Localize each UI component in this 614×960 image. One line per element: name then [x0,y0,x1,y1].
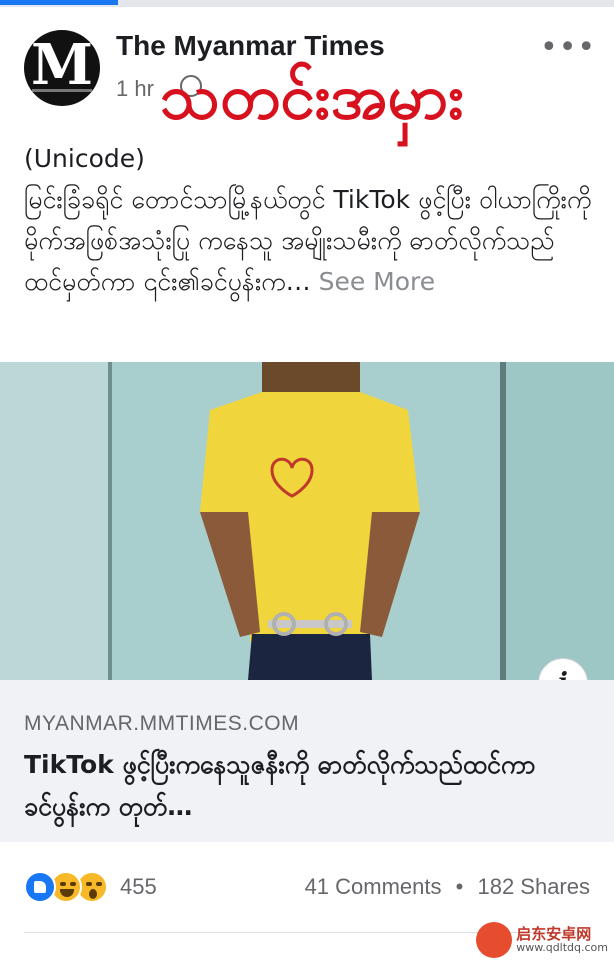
link-domain: MYANMAR.MMTIMES.COM [24,712,300,735]
link-title[interactable]: TikTok ဖွင့်ပြီးကနေသူဇနီးကို ဓာတ်လိုက်သည… [24,744,594,828]
separator-dot: • [455,874,464,899]
post-body: (Unicode) မြင်းခြံခရိုင် တောင်သာမြို့နယ်… [24,138,594,302]
top-progress-bar [0,0,614,7]
top-progress-fill [0,0,118,5]
shares-count-link[interactable]: 182 Shares [477,874,590,899]
see-more-link[interactable]: See More [319,267,436,296]
reactions-summary[interactable]: 455 [24,868,157,906]
post-timestamp[interactable]: 1 hr [116,76,154,102]
page-avatar[interactable]: M [24,30,100,106]
like-reaction-icon [24,871,56,903]
reactions-count: 455 [120,874,157,899]
watermark-url: www.qdltdq.com [516,941,608,955]
post-photo[interactable] [0,362,614,680]
watermark-site-name: 启东安卓网 [516,924,592,943]
watermark: 启东安卓网 www.qdltdq.com [476,922,608,958]
person-in-handcuffs-photo [200,362,420,680]
comments-count-link[interactable]: 41 Comments [305,874,442,899]
avatar-logo-underline [32,89,92,92]
engagement-counts: 41 Comments • 182 Shares [305,874,590,900]
watermark-logo-icon [476,922,513,958]
more-options-icon[interactable]: ••• [540,30,596,65]
page-name-link[interactable]: The Myanmar Times [116,30,385,62]
post-text: (Unicode) မြင်းခြံခရိုင် တောင်သာမြို့နယ်… [24,144,592,296]
avatar-logo-letter: M [31,32,93,98]
fake-news-overlay-title: သတင်းအမှား [160,60,465,133]
